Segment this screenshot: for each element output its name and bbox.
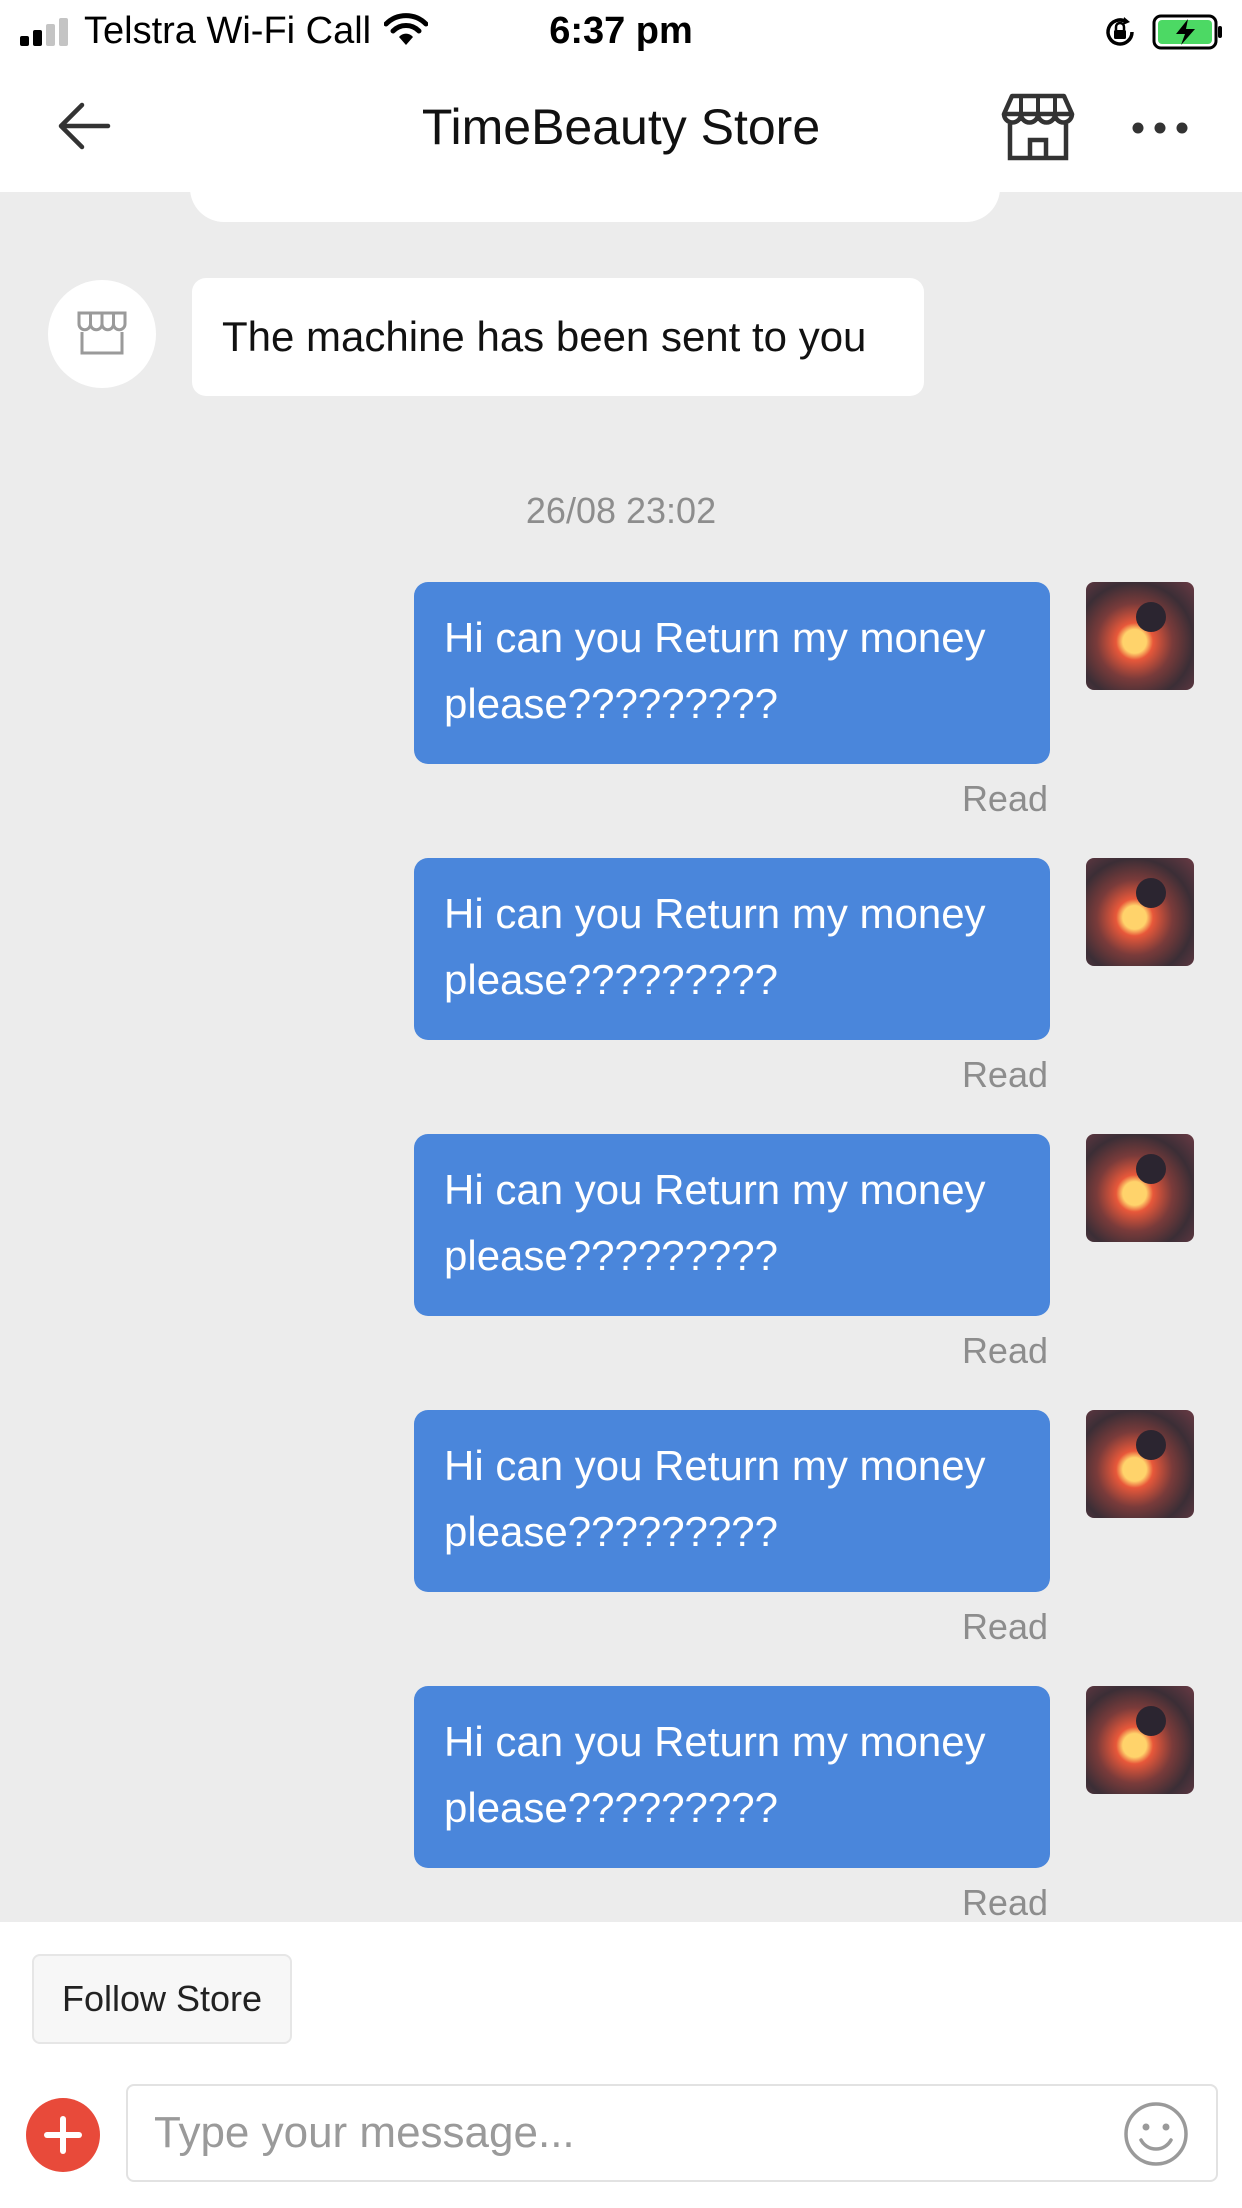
nav-bar: TimeBeauty Store <box>0 66 1242 192</box>
outgoing-message[interactable]: Hi can you Return my money please???????… <box>414 1686 1050 1868</box>
follow-store-button[interactable]: Follow Store <box>32 1954 292 2044</box>
outgoing-message[interactable]: Hi can you Return my money please???????… <box>414 1134 1050 1316</box>
outgoing-message[interactable]: Hi can you Return my money please???????… <box>414 1410 1050 1592</box>
store-icon[interactable] <box>1000 92 1076 162</box>
outgoing-message-row: Hi can you Return my money please???????… <box>0 1686 1242 1922</box>
battery-charging-icon <box>1152 14 1222 50</box>
store-avatar-icon <box>77 311 127 355</box>
composer-area: Follow Store <box>0 1922 1242 2208</box>
user-avatar[interactable] <box>1086 582 1194 690</box>
outgoing-message[interactable]: Hi can you Return my money please???????… <box>414 582 1050 764</box>
status-time: 6:37 pm <box>549 10 693 52</box>
more-icon[interactable] <box>1128 108 1192 148</box>
outgoing-message-row: Hi can you Return my money please???????… <box>0 858 1242 1134</box>
emoji-icon[interactable] <box>1122 2100 1190 2168</box>
status-bar: Telstra Wi-Fi Call 6:37 pm <box>0 0 1242 66</box>
add-icon[interactable] <box>26 2098 100 2172</box>
outgoing-message-row: Hi can you Return my money please???????… <box>0 1134 1242 1410</box>
store-avatar[interactable] <box>48 280 156 388</box>
user-avatar[interactable] <box>1086 1410 1194 1518</box>
message-input[interactable] <box>154 2100 1114 2166</box>
rotation-lock-icon <box>1106 17 1134 46</box>
read-status: Read <box>961 1330 1048 1371</box>
user-avatar[interactable] <box>1086 858 1194 966</box>
message-input-box[interactable] <box>126 2084 1218 2182</box>
outgoing-message-row: Hi can you Return my money please???????… <box>0 582 1242 858</box>
user-avatar[interactable] <box>1086 1686 1194 1794</box>
read-status: Read <box>961 1882 1048 1922</box>
read-status: Read <box>961 1606 1048 1647</box>
outgoing-message[interactable]: Hi can you Return my money please???????… <box>414 858 1050 1040</box>
read-status: Read <box>961 778 1048 819</box>
previous-product-card[interactable] <box>190 192 1000 222</box>
incoming-message[interactable]: The machine has been sent to you <box>192 278 924 396</box>
chat-timestamp: 26/08 23:02 <box>525 490 717 531</box>
user-avatar[interactable] <box>1086 1134 1194 1242</box>
chat-area[interactable]: The machine has been sent to you 26/08 2… <box>0 192 1242 1922</box>
outgoing-message-row: Hi can you Return my money please???????… <box>0 1410 1242 1686</box>
read-status: Read <box>961 1054 1048 1095</box>
